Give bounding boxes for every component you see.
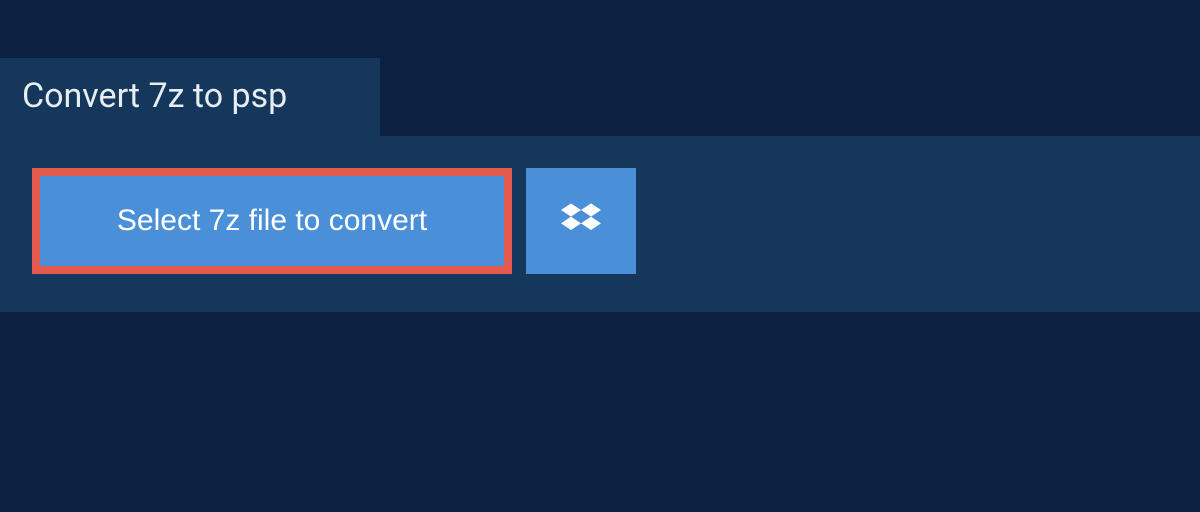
select-file-button[interactable]: Select 7z file to convert bbox=[32, 168, 512, 274]
tab-bar: Convert 7z to psp bbox=[0, 0, 1200, 136]
empty-region bbox=[0, 312, 1200, 512]
upload-panel: Select 7z file to convert bbox=[0, 136, 1200, 312]
select-file-label: Select 7z file to convert bbox=[117, 204, 427, 238]
tab-title: Convert 7z to psp bbox=[22, 76, 287, 116]
tab-convert[interactable]: Convert 7z to psp bbox=[0, 58, 380, 136]
dropbox-icon bbox=[561, 200, 601, 243]
dropbox-button[interactable] bbox=[526, 168, 636, 274]
